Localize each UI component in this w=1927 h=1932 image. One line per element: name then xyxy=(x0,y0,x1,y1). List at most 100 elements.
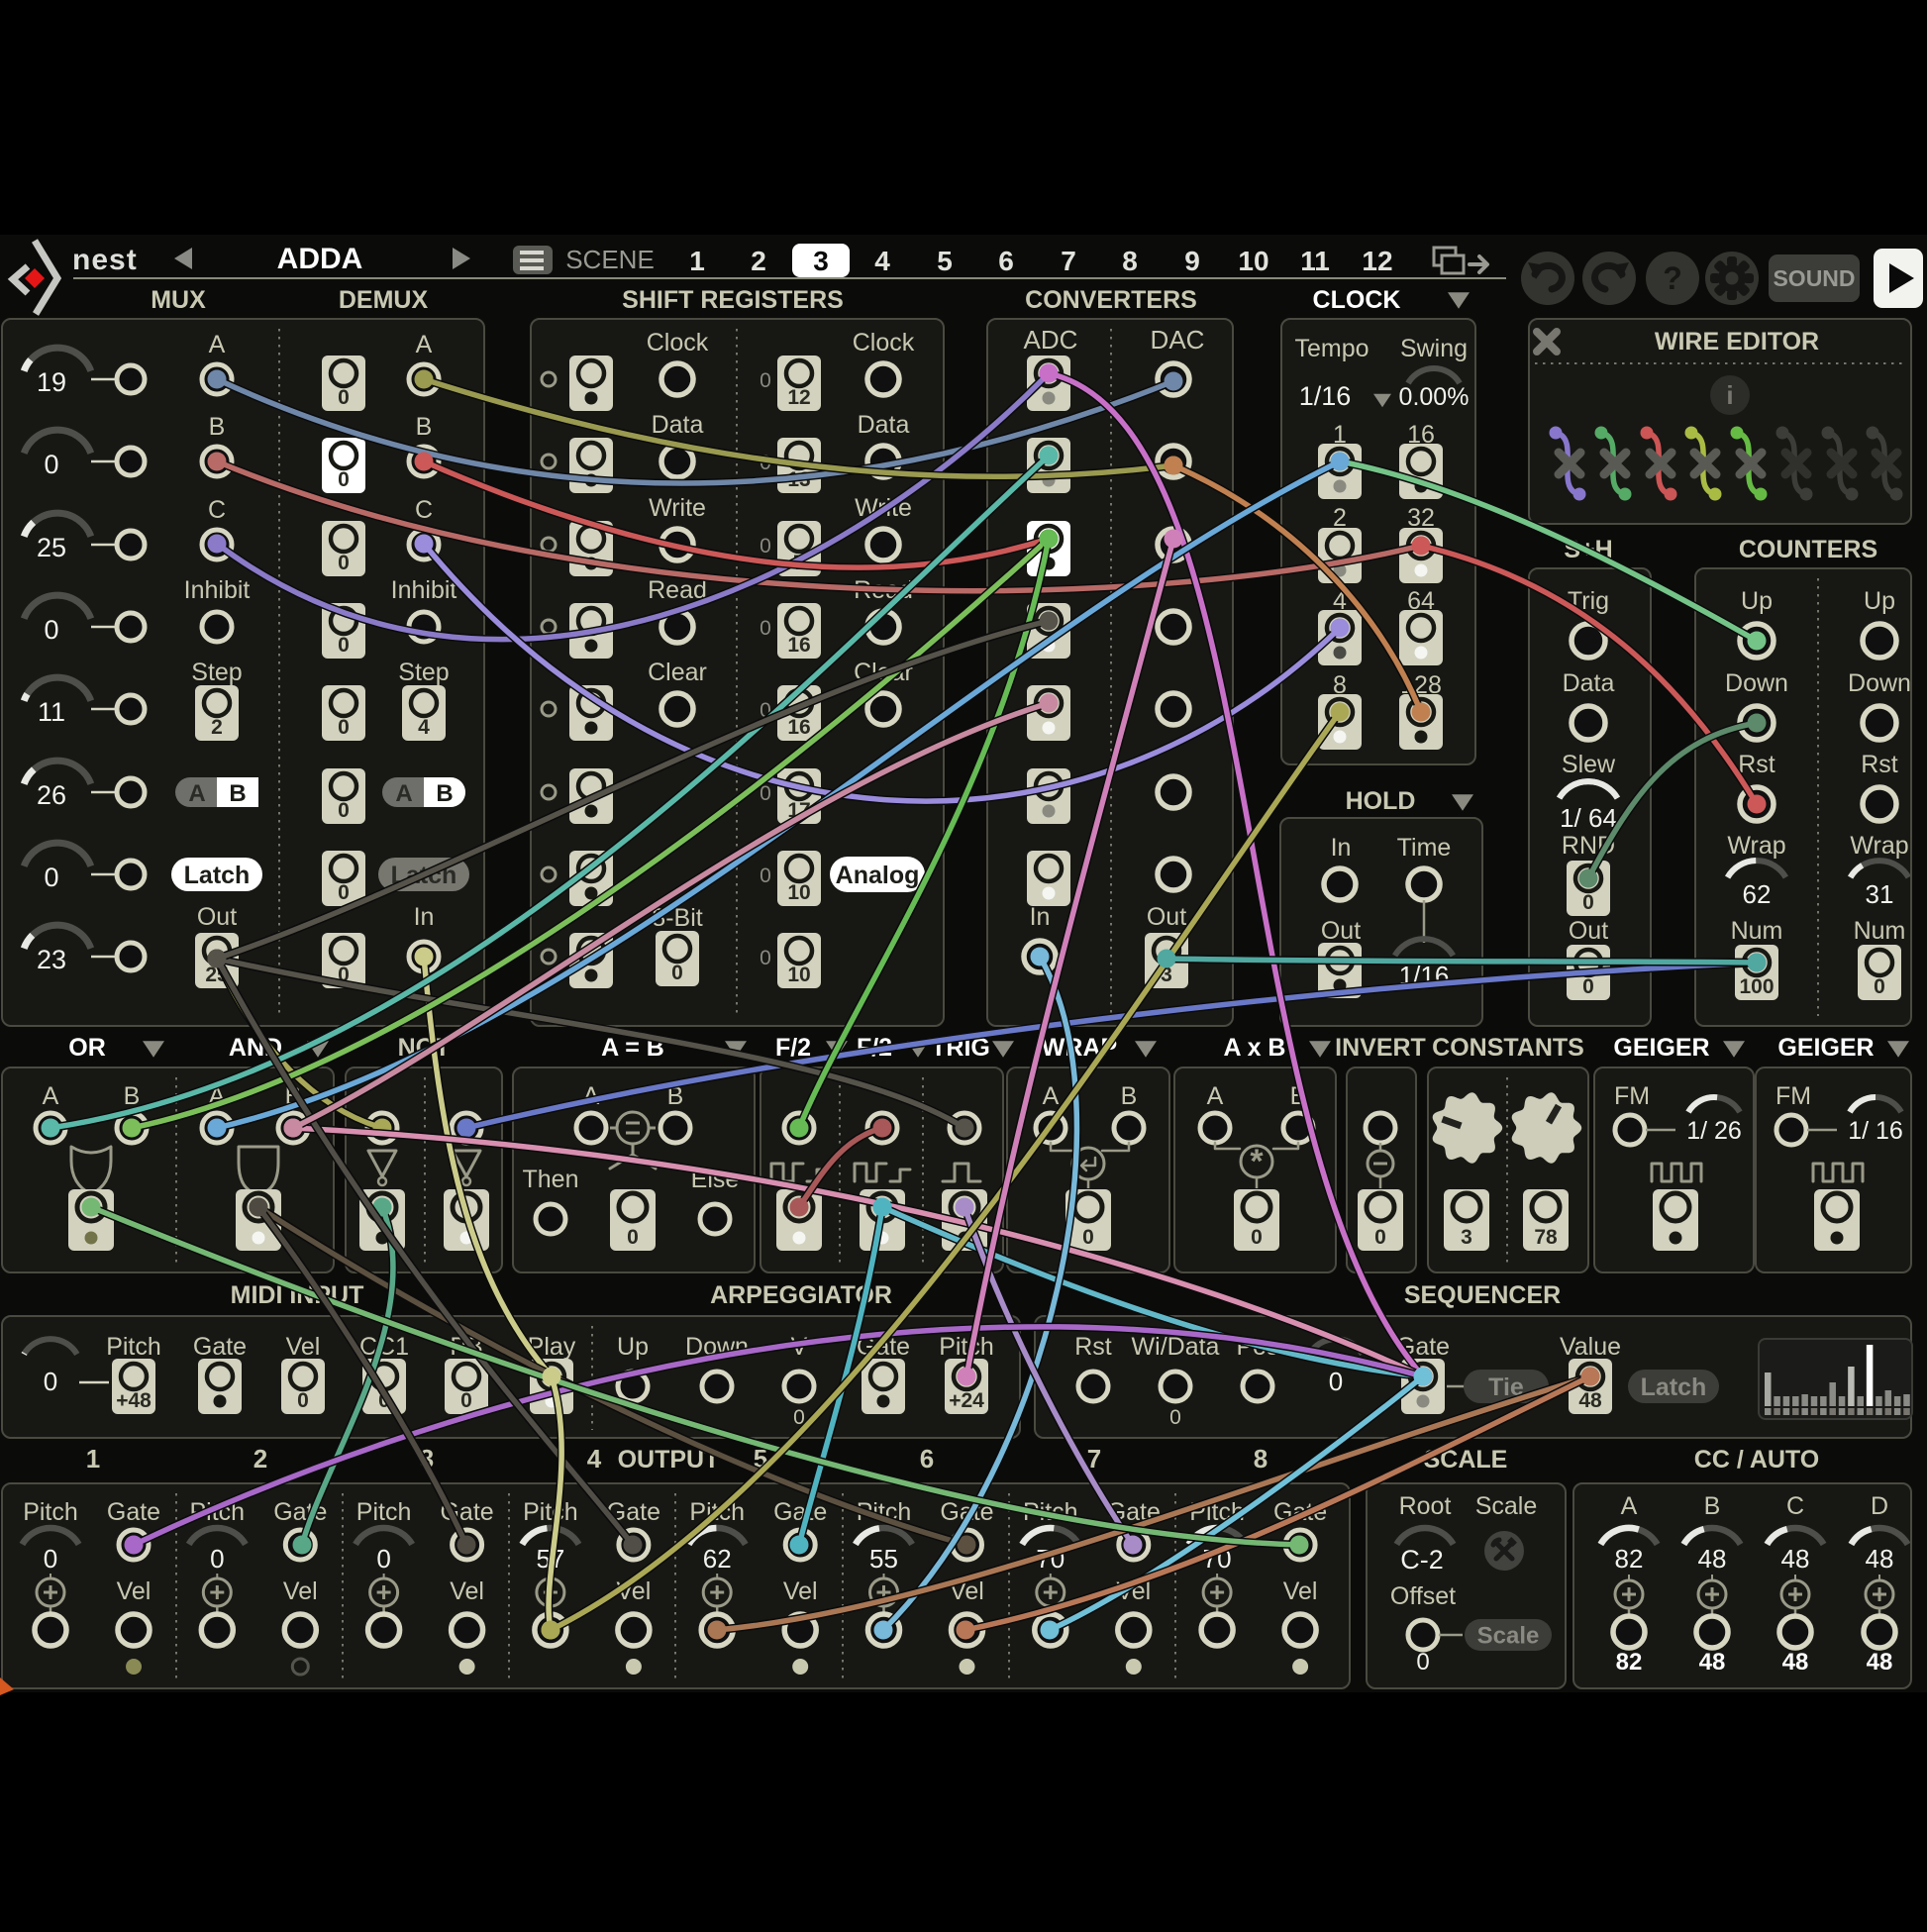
svg-text:Analog: Analog xyxy=(836,862,920,889)
svg-text:0: 0 xyxy=(1582,975,1594,998)
svg-text:48: 48 xyxy=(1698,1544,1727,1574)
svg-text:Scale: Scale xyxy=(1475,1492,1538,1520)
svg-text:Clear: Clear xyxy=(648,659,707,686)
svg-text:0.00%: 0.00% xyxy=(1399,383,1470,411)
svg-text:0: 0 xyxy=(1169,1406,1181,1429)
svg-text:B: B xyxy=(436,780,453,807)
svg-text:Rst: Rst xyxy=(1738,751,1775,778)
svg-text:0: 0 xyxy=(338,468,350,491)
svg-text:0: 0 xyxy=(1874,975,1885,998)
svg-text:0: 0 xyxy=(44,863,58,892)
svg-text:Out: Out xyxy=(197,903,237,931)
svg-text:Vel: Vel xyxy=(283,1577,318,1605)
svg-text:48: 48 xyxy=(1578,1389,1602,1412)
svg-text:SHIFT REGISTERS: SHIFT REGISTERS xyxy=(622,286,844,314)
svg-text:6: 6 xyxy=(998,246,1014,276)
svg-text:55: 55 xyxy=(869,1544,898,1574)
svg-text:12: 12 xyxy=(1362,246,1392,276)
svg-text:CC / AUTO: CC / AUTO xyxy=(1694,1446,1819,1474)
svg-text:In: In xyxy=(414,903,435,931)
svg-text:Up: Up xyxy=(617,1333,649,1361)
svg-text:SEQUENCER: SEQUENCER xyxy=(1404,1281,1561,1309)
svg-text:+48: +48 xyxy=(116,1389,152,1412)
svg-text:0: 0 xyxy=(338,552,350,574)
svg-text:D: D xyxy=(1871,1492,1888,1520)
svg-text:62: 62 xyxy=(703,1544,732,1574)
svg-text:0: 0 xyxy=(210,1544,224,1574)
svg-text:Time: Time xyxy=(1397,834,1452,862)
svg-text:Clock: Clock xyxy=(647,329,709,356)
svg-text:0: 0 xyxy=(760,947,771,969)
svg-text:4: 4 xyxy=(418,716,430,739)
svg-text:2: 2 xyxy=(254,1444,267,1474)
svg-text:Then: Then xyxy=(523,1166,579,1193)
svg-text:0: 0 xyxy=(1374,1226,1386,1249)
svg-text:Scale: Scale xyxy=(1477,1622,1540,1649)
svg-text:0: 0 xyxy=(376,1544,390,1574)
svg-text:CONSTANTS: CONSTANTS xyxy=(1432,1034,1584,1062)
svg-text:A: A xyxy=(1043,1082,1060,1110)
svg-text:B: B xyxy=(1121,1082,1138,1110)
svg-text:2: 2 xyxy=(751,246,766,276)
svg-text:SCENE: SCENE xyxy=(565,245,655,274)
svg-text:23: 23 xyxy=(37,945,66,974)
svg-text:0: 0 xyxy=(460,1389,472,1412)
svg-text:C: C xyxy=(415,496,433,524)
svg-text:ADDA: ADDA xyxy=(277,243,363,275)
svg-text:A x B: A x B xyxy=(1224,1034,1286,1062)
svg-text:Out: Out xyxy=(1147,903,1186,931)
svg-text:Rst: Rst xyxy=(1861,751,1898,778)
svg-text:1/ 64: 1/ 64 xyxy=(1560,803,1617,833)
svg-text:4: 4 xyxy=(874,246,890,276)
svg-text:Clock: Clock xyxy=(853,329,915,356)
svg-text:62: 62 xyxy=(1743,879,1772,909)
svg-text:10: 10 xyxy=(1238,246,1268,276)
svg-text:0: 0 xyxy=(44,450,58,479)
svg-text:Data: Data xyxy=(858,411,910,439)
svg-text:COUNTERS: COUNTERS xyxy=(1739,536,1877,563)
svg-text:Swing: Swing xyxy=(1400,335,1468,362)
svg-text:19: 19 xyxy=(37,367,66,397)
svg-text:A: A xyxy=(43,1082,59,1110)
svg-text:Pitch: Pitch xyxy=(23,1498,78,1526)
svg-text:25: 25 xyxy=(37,533,66,562)
svg-text:C: C xyxy=(1786,1492,1804,1520)
svg-text:GEIGER: GEIGER xyxy=(1777,1034,1874,1062)
svg-text:Gate: Gate xyxy=(107,1498,160,1526)
svg-text:Tempo: Tempo xyxy=(1294,335,1369,362)
svg-text:CONVERTERS: CONVERTERS xyxy=(1025,286,1197,314)
svg-text:16: 16 xyxy=(787,716,810,739)
svg-text:0: 0 xyxy=(338,881,350,904)
svg-text:Vel: Vel xyxy=(783,1577,818,1605)
svg-text:INVERT: INVERT xyxy=(1335,1034,1426,1062)
svg-text:A: A xyxy=(395,780,412,807)
svg-text:Slew: Slew xyxy=(1562,751,1616,778)
svg-text:A: A xyxy=(1207,1082,1224,1110)
svg-text:Pitch: Pitch xyxy=(106,1333,161,1361)
svg-text:Data: Data xyxy=(1563,669,1615,697)
svg-text:48: 48 xyxy=(1699,1649,1726,1676)
svg-text:48: 48 xyxy=(1866,1544,1894,1574)
svg-text:0: 0 xyxy=(338,386,350,409)
svg-text:1: 1 xyxy=(86,1444,100,1474)
svg-text:Latch: Latch xyxy=(184,862,251,889)
svg-text:Value: Value xyxy=(1560,1333,1621,1361)
svg-text:0: 0 xyxy=(44,615,58,645)
svg-text:Data: Data xyxy=(652,411,704,439)
svg-text:Pitch: Pitch xyxy=(356,1498,412,1526)
svg-text:100: 100 xyxy=(1739,975,1774,998)
svg-text:16: 16 xyxy=(787,634,810,657)
svg-text:0: 0 xyxy=(760,864,771,887)
svg-text:0: 0 xyxy=(760,617,771,640)
svg-text:0: 0 xyxy=(1416,1649,1429,1676)
svg-text:0: 0 xyxy=(760,535,771,558)
svg-text:MUX: MUX xyxy=(151,286,206,314)
svg-text:8: 8 xyxy=(1122,246,1138,276)
svg-text:31: 31 xyxy=(1866,879,1894,909)
svg-text:Offset: Offset xyxy=(1390,1582,1456,1610)
svg-text:DEMUX: DEMUX xyxy=(339,286,429,314)
svg-text:CLOCK: CLOCK xyxy=(1313,286,1401,314)
svg-text:Num: Num xyxy=(1731,917,1783,945)
svg-text:B: B xyxy=(229,780,246,807)
svg-text:0: 0 xyxy=(760,369,771,392)
